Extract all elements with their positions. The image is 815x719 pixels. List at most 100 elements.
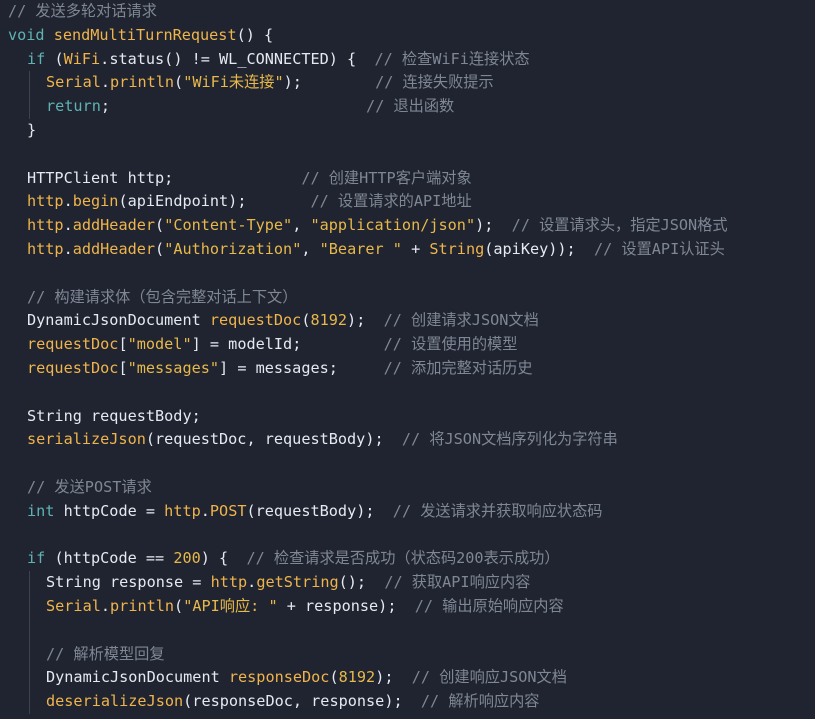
code-token-func: println	[110, 596, 175, 615]
code-line[interactable]: requestDoc["messages"] = messages; // 添加…	[0, 357, 815, 381]
code-token-str: "Content-Type"	[164, 216, 293, 235]
code-line[interactable]: http.addHeader("Authorization", "Bearer …	[0, 238, 815, 262]
indent-guide	[29, 642, 30, 667]
code-token-str: "model"	[127, 335, 192, 354]
code-token-plain: DynamicJsonDocument	[46, 668, 229, 687]
code-line[interactable]: requestDoc["model"] = modelId; // 设置使用的模…	[0, 333, 815, 357]
code-token-obj: http	[27, 239, 64, 258]
code-token-plain: [	[118, 335, 128, 354]
code-token-plain: .	[63, 239, 73, 258]
code-token-plain: ();	[338, 573, 385, 592]
code-token-comment: // 解析响应内容	[420, 692, 540, 711]
indent-guide	[29, 666, 30, 691]
code-token-plain: .status() != WL_CONNECTED) {	[100, 49, 375, 68]
code-token-comment: // 设置请求的API地址	[310, 192, 472, 211]
code-line[interactable]: }	[0, 119, 815, 143]
code-line[interactable]	[0, 262, 815, 286]
code-line[interactable]: Serial.println("WiFi未连接"); // 连接失败提示	[0, 71, 815, 96]
code-token-obj: Serial	[46, 73, 101, 92]
code-line[interactable]	[0, 143, 815, 167]
code-token-comment: // 输出原始响应内容	[414, 596, 564, 615]
code-token-func: responseDoc	[228, 668, 330, 687]
code-token-obj: http	[27, 216, 64, 235]
code-line[interactable]: Serial.println("API响应: " + response); //…	[0, 594, 815, 619]
code-line[interactable]: String response = http.getString(); // 获…	[0, 571, 815, 595]
code-token-plain: ] = messages;	[219, 358, 384, 377]
code-token-comment: // 创建响应JSON文档	[411, 668, 567, 687]
code-line[interactable]: DynamicJsonDocument requestDoc(8192); //…	[0, 309, 815, 333]
code-line[interactable]: DynamicJsonDocument responseDoc(8192); /…	[0, 666, 815, 691]
code-token-plain: (	[155, 239, 165, 258]
code-token-plain: (httpCode ==	[45, 549, 174, 568]
code-line[interactable]: http.begin(apiEndpoint); // 设置请求的API地址	[0, 190, 815, 214]
code-token-obj: Serial	[46, 596, 101, 615]
code-token-comment: // 检查WiFi连接状态	[374, 49, 530, 68]
code-line[interactable]: HTTPClient http; // 创建HTTP客户端对象	[0, 167, 815, 191]
code-token-keyword: if	[27, 549, 46, 568]
code-token-plain: ,	[301, 239, 320, 258]
code-line[interactable]	[0, 618, 815, 643]
code-token-plain: .	[247, 573, 257, 592]
code-token-num: 8192	[310, 311, 348, 330]
code-token-plain: String response =	[46, 573, 211, 592]
code-token-plain: (	[174, 596, 184, 615]
code-token-obj: http	[210, 573, 248, 592]
code-token-plain: );	[475, 216, 512, 235]
code-token-comment: // 构建请求体（包含完整对话上下文）	[27, 287, 298, 306]
code-line[interactable]: void sendMultiTurnRequest() {	[0, 24, 815, 48]
code-line[interactable]: if (WiFi.status() != WL_CONNECTED) { // …	[0, 48, 815, 72]
code-token-plain: (apiEndpoint);	[118, 192, 311, 211]
code-token-func: begin	[72, 192, 119, 211]
code-token-comment: // 检查请求是否成功（状态码200表示成功）	[246, 549, 560, 568]
code-editor[interactable]: // 发送多轮对话请求 void sendMultiTurnRequest() {…	[0, 0, 815, 719]
code-line[interactable]	[0, 381, 815, 405]
code-token-comment: // 设置API认证头	[593, 239, 725, 258]
code-token-plain: .	[100, 596, 111, 615]
code-line[interactable]: serializeJson(requestDoc, requestBody); …	[0, 428, 815, 452]
code-token-comment: // 发送多轮对话请求	[8, 2, 157, 20]
code-token-keyword: return	[46, 97, 101, 116]
code-line[interactable]	[0, 524, 815, 548]
indent-guide	[29, 690, 30, 714]
code-token-str: "API响应: "	[183, 596, 278, 615]
code-token-func: POST	[209, 501, 247, 520]
code-token-func: requestDoc	[209, 311, 302, 330]
code-line[interactable]: deserializeJson(responseDoc, response); …	[0, 690, 815, 714]
code-line[interactable]: http.addHeader("Content-Type", "applicat…	[0, 214, 815, 238]
code-line[interactable]: // 解析模型回复	[0, 642, 815, 667]
code-line[interactable]: if (httpCode == 200) { // 检查请求是否成功（状态码20…	[0, 547, 815, 571]
code-line[interactable]	[0, 452, 815, 476]
code-line[interactable]: // 发送POST请求	[0, 476, 815, 500]
code-token-func: getString	[256, 573, 339, 592]
code-token-comment: // 创建HTTP客户端对象	[301, 168, 472, 187]
indent-guide	[29, 618, 30, 643]
code-token-comment: // 退出函数	[366, 97, 455, 116]
code-token-obj: requestDoc	[27, 335, 119, 354]
code-token-str: "WiFi未连接"	[183, 73, 284, 92]
code-token-func: sendMultiTurnRequest	[53, 25, 237, 44]
code-token-str: "application/json"	[310, 216, 476, 235]
code-token-obj: WiFi	[63, 49, 101, 68]
code-line[interactable]: // 构建请求体（包含完整对话上下文）	[0, 286, 815, 310]
code-line[interactable]: String requestBody;	[0, 405, 815, 429]
code-token-str: "messages"	[127, 358, 220, 377]
indent-guide	[29, 594, 30, 619]
code-line[interactable]: return; // 退出函数	[0, 95, 815, 119]
code-token-obj: requestDoc	[27, 358, 119, 377]
code-token-comment: // 获取API响应内容	[384, 573, 531, 592]
code-line[interactable]: int httpCode = http.POST(requestBody); /…	[0, 500, 815, 524]
code-token-obj: http	[164, 501, 201, 520]
indent-guide	[29, 71, 30, 96]
code-token-plain: ;	[100, 97, 367, 116]
code-token-comment: // 发送请求并获取响应状态码	[392, 501, 603, 520]
code-token-comment: // 发送POST请求	[27, 477, 152, 496]
code-token-comment: // 设置使用的模型	[383, 335, 518, 354]
code-token-obj: http	[27, 192, 64, 211]
code-token-plain: DynamicJsonDocument	[27, 311, 210, 330]
code-token-comment: // 创建请求JSON文档	[383, 311, 539, 330]
code-token-func: println	[110, 73, 175, 92]
code-token-plain: ,	[292, 216, 311, 235]
code-token-plain: () {	[236, 25, 274, 44]
code-lines: // 发送多轮对话请求 void sendMultiTurnRequest() {…	[0, 0, 815, 714]
code-line[interactable]: // 发送多轮对话请求	[0, 0, 815, 24]
